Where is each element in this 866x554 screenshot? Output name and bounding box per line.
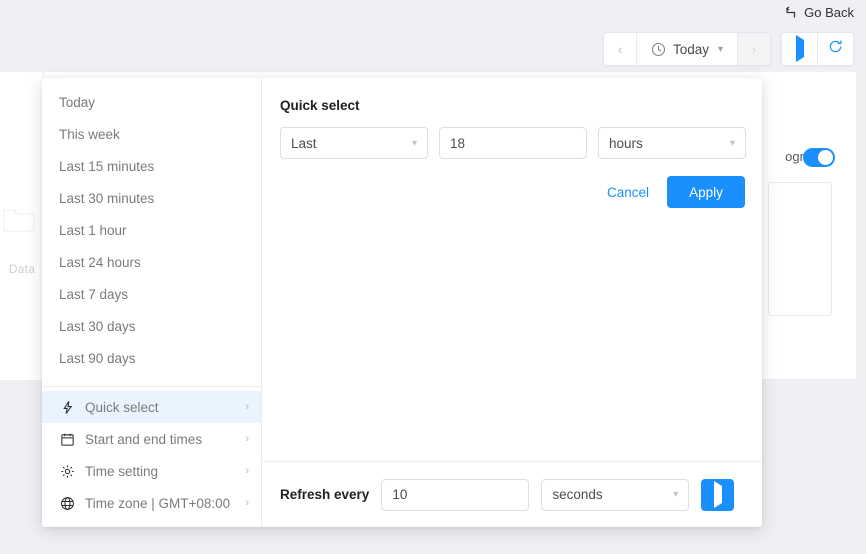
histogram-toggle[interactable] xyxy=(803,148,835,167)
data-label: Data xyxy=(8,262,36,276)
sidebar-item-label: Time zone | GMT+08:00 xyxy=(85,495,231,511)
quick-range-list: Today This week Last 15 minutes Last 30 … xyxy=(42,78,261,386)
cancel-button[interactable]: Cancel xyxy=(601,181,655,204)
refresh-icon xyxy=(828,39,843,59)
direction-value: Last xyxy=(291,135,317,151)
time-range-group: ‹ Today ▾ › xyxy=(602,32,771,66)
chevron-right-icon: › xyxy=(245,465,249,477)
refresh-unit-select[interactable]: seconds ▾ xyxy=(541,478,690,511)
unit-select[interactable]: hours ▾ xyxy=(598,127,746,159)
return-arrow-icon xyxy=(784,6,797,19)
popup-sidebar-nav: Quick select › Start and end times › Tim… xyxy=(42,386,261,527)
sidebar-item-time-zone[interactable]: Time zone | GMT+08:00 › xyxy=(42,487,261,519)
globe-icon xyxy=(59,495,76,512)
background-panel-box xyxy=(768,182,832,316)
refresh-label: Refresh every xyxy=(280,487,370,502)
refresh-interval-input[interactable]: 10 xyxy=(381,478,530,511)
list-item[interactable]: Last 30 minutes xyxy=(42,182,261,214)
go-back-button[interactable]: Go Back xyxy=(784,5,854,20)
sidebar-item-label: Time setting xyxy=(85,463,159,479)
quick-select-actions: Cancel Apply xyxy=(280,176,746,208)
popup-sidebar: Today This week Last 15 minutes Last 30 … xyxy=(42,78,262,527)
chevron-down-icon: ▾ xyxy=(717,43,723,55)
start-refresh-button[interactable] xyxy=(701,478,735,511)
app-root: Data ogram Go Back ‹ Today xyxy=(0,0,866,554)
play-icon xyxy=(713,480,722,508)
sidebar-item-time-setting[interactable]: Time setting › xyxy=(42,455,261,487)
amount-value: 18 xyxy=(450,135,466,151)
amount-input[interactable]: 18 xyxy=(439,127,587,159)
chevron-right-icon: › xyxy=(245,401,249,413)
sidebar-item-start-end-times[interactable]: Start and end times › xyxy=(42,423,261,455)
list-item[interactable]: Last 90 days xyxy=(42,342,261,374)
chevron-down-icon: ▾ xyxy=(673,489,679,500)
list-item[interactable]: This week xyxy=(42,118,261,150)
quick-select-row: Last ▾ 18 hours ▾ xyxy=(280,127,746,159)
gear-icon xyxy=(59,463,76,480)
refresh-unit-value: seconds xyxy=(552,487,603,502)
quick-select-panel: Quick select Last ▾ 18 hours ▾ Cancel Ap… xyxy=(262,78,762,461)
calendar-icon xyxy=(59,431,76,448)
chevron-down-icon: ▾ xyxy=(411,137,417,149)
lightning-bolt-icon xyxy=(59,399,76,416)
refresh-button[interactable] xyxy=(818,33,853,65)
content-card-right-gutter xyxy=(856,72,866,380)
time-range-toolbar: ‹ Today ▾ › xyxy=(602,32,854,66)
play-icon xyxy=(795,35,804,62)
apply-button[interactable]: Apply xyxy=(667,176,745,208)
sidebar-item-label: Quick select xyxy=(85,399,159,415)
clock-icon xyxy=(651,42,666,57)
chevron-right-icon: › xyxy=(245,497,249,509)
time-range-selector[interactable]: Today ▾ xyxy=(636,33,737,65)
chevron-right-icon: › xyxy=(245,433,249,445)
next-range-button[interactable]: › xyxy=(738,33,770,65)
playback-group xyxy=(781,32,854,66)
go-back-label: Go Back xyxy=(804,5,854,20)
list-item[interactable]: Last 1 hour xyxy=(42,214,261,246)
list-item[interactable]: Last 15 minutes xyxy=(42,150,261,182)
sidebar-item-label: Start and end times xyxy=(85,431,203,447)
refresh-bar: Refresh every 10 seconds ▾ xyxy=(262,461,762,527)
time-range-label: Today xyxy=(672,41,709,57)
chevron-down-icon: ▾ xyxy=(729,137,735,149)
list-item[interactable]: Last 7 days xyxy=(42,278,261,310)
folder-icon xyxy=(2,204,36,250)
popup-main: Quick select Last ▾ 18 hours ▾ Cancel Ap… xyxy=(262,78,762,527)
sidebar-item-quick-select[interactable]: Quick select › xyxy=(42,391,261,423)
list-item[interactable]: Last 30 days xyxy=(42,310,261,342)
list-item[interactable]: Last 24 hours xyxy=(42,246,261,278)
refresh-interval-value: 10 xyxy=(392,487,408,502)
play-button[interactable] xyxy=(782,33,817,65)
time-range-popup: Today This week Last 15 minutes Last 30 … xyxy=(42,78,762,527)
unit-value: hours xyxy=(609,135,643,151)
prev-range-button[interactable]: ‹ xyxy=(603,33,636,65)
direction-select[interactable]: Last ▾ xyxy=(280,127,428,159)
list-item[interactable]: Today xyxy=(42,86,261,118)
page-title: Quick select xyxy=(280,98,360,113)
